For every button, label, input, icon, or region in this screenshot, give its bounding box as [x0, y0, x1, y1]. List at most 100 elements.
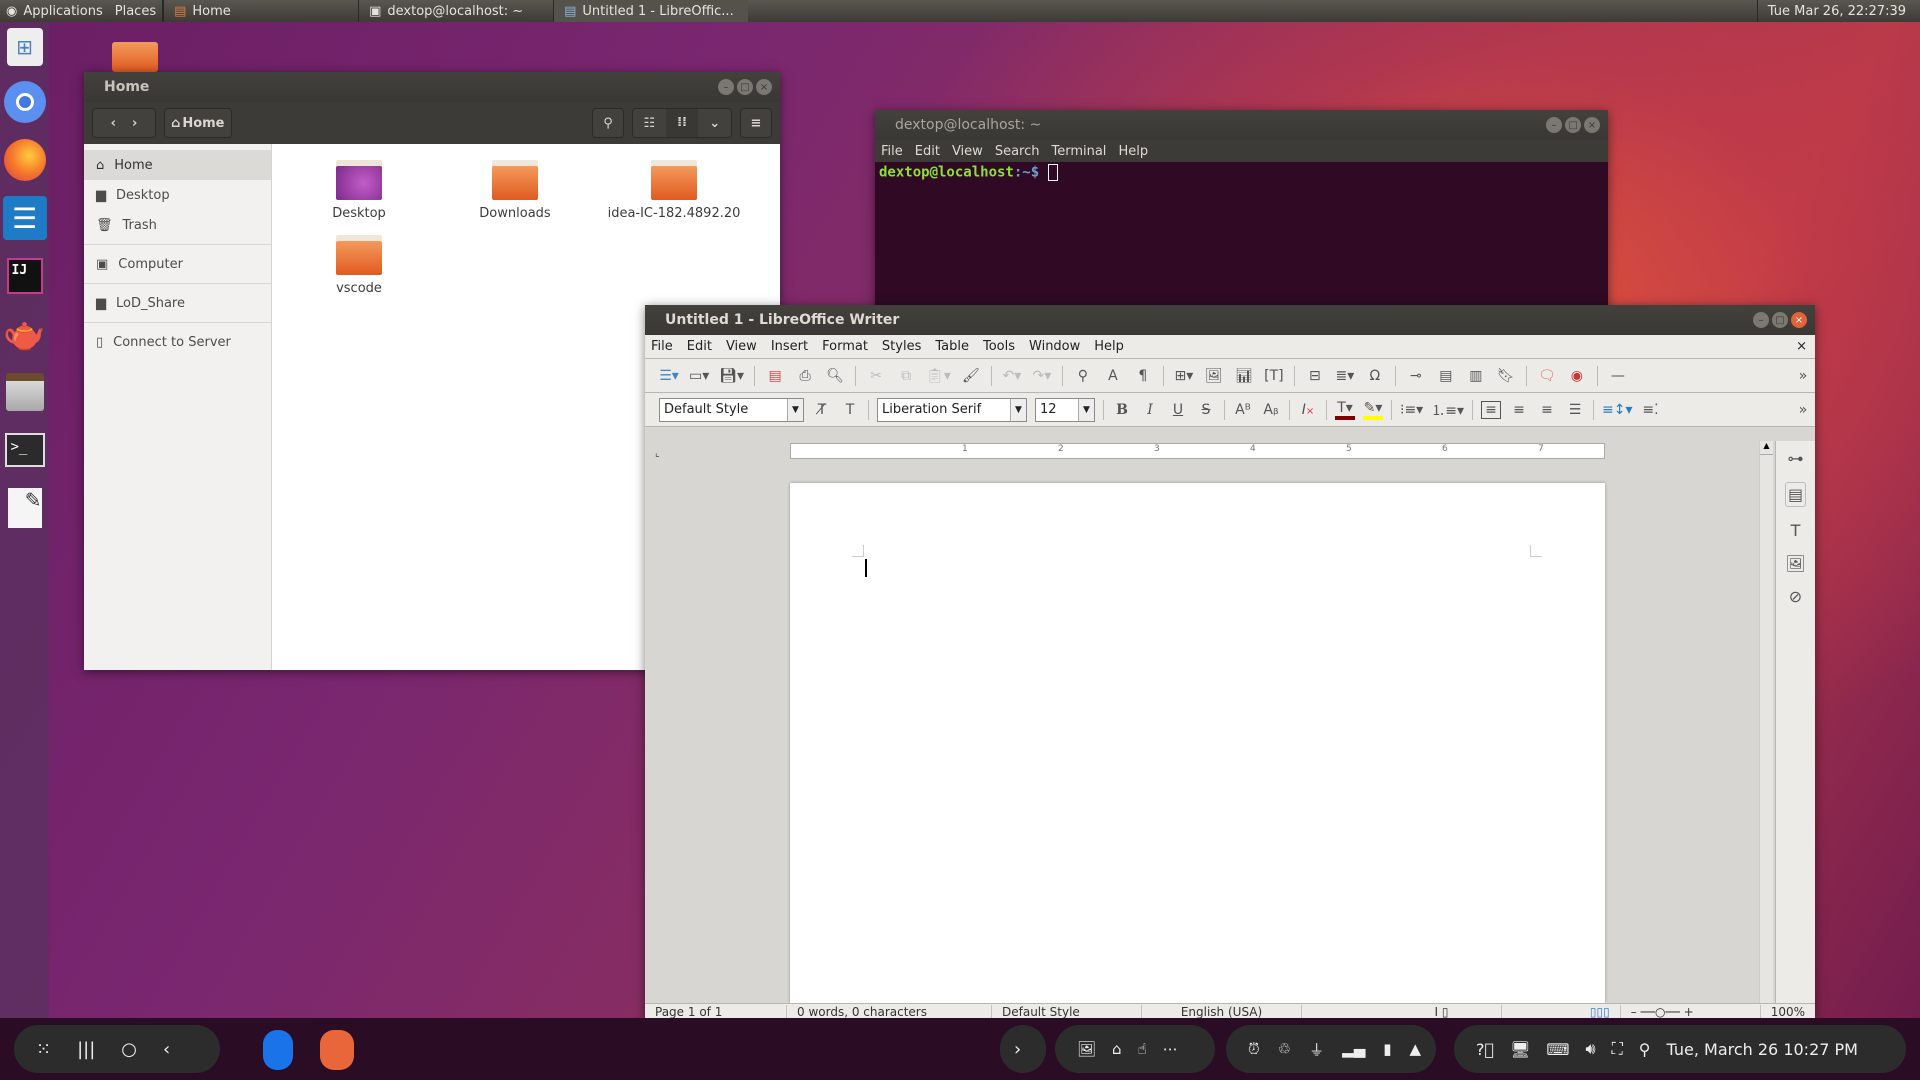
- taskbar-item-home[interactable]: ▤ Home: [163, 0, 358, 22]
- menu-help[interactable]: Help: [1094, 339, 1124, 354]
- more-icon[interactable]: »: [1795, 402, 1815, 418]
- remote-desktop-app-icon[interactable]: [263, 1030, 293, 1070]
- text-editor-icon[interactable]: ✎: [3, 486, 47, 530]
- battery-icon[interactable]: ▮: [1383, 1040, 1391, 1058]
- maximize-button[interactable]: □: [737, 79, 753, 95]
- search-button[interactable]: ⚲: [592, 108, 624, 138]
- menu-tools[interactable]: Tools: [983, 339, 1015, 354]
- insert-image-icon[interactable]: 🖼︎: [1204, 368, 1224, 384]
- document-page[interactable]: [790, 483, 1605, 1003]
- italic-button[interactable]: I: [1140, 402, 1160, 418]
- sidebar-settings-icon[interactable]: ⊶: [1788, 449, 1804, 468]
- keyboard-icon[interactable]: ⌨: [1546, 1040, 1569, 1059]
- language[interactable]: English (USA): [1142, 1005, 1302, 1019]
- screenshot-icon[interactable]: 🖼︎: [1077, 1040, 1096, 1058]
- file-cabinet-icon[interactable]: [3, 370, 47, 414]
- apps-grid-icon[interactable]: ⁙: [36, 1039, 51, 1060]
- underline-button[interactable]: U: [1168, 402, 1188, 418]
- path-button-home[interactable]: ⌂ Home: [164, 108, 232, 138]
- export-pdf-icon[interactable]: ▤: [765, 368, 785, 384]
- paragraph-spacing-button[interactable]: ≡⁚: [1640, 402, 1660, 418]
- libreoffice-writer-icon[interactable]: ☰: [2, 196, 47, 240]
- new-document-icon[interactable]: ☰▾: [659, 368, 679, 384]
- datetime[interactable]: Tue, March 26 10:27 PM: [1667, 1040, 1858, 1059]
- expand-button[interactable]: ›: [1000, 1025, 1046, 1073]
- track-changes-icon[interactable]: ◉: [1567, 368, 1587, 384]
- open-icon[interactable]: ▭▾: [689, 368, 709, 384]
- menu-search[interactable]: Search: [995, 144, 1040, 159]
- data-sync-icon[interactable]: ♲: [1278, 1040, 1291, 1058]
- desktop-folder-icon[interactable]: [112, 42, 158, 72]
- menu-help[interactable]: Help: [1118, 144, 1148, 159]
- zoom-level[interactable]: 100%: [1761, 1005, 1815, 1019]
- view-options-button[interactable]: ⌄: [698, 116, 731, 131]
- help-icon[interactable]: ?⃝: [1476, 1040, 1494, 1059]
- forward-button[interactable]: ›: [132, 116, 137, 131]
- file-item-vscode[interactable]: vscode: [294, 235, 424, 296]
- menu-table[interactable]: Table: [935, 339, 969, 354]
- insert-textbox-icon[interactable]: [T]: [1264, 368, 1284, 384]
- teapot-icon[interactable]: 🫖: [3, 312, 47, 356]
- minimize-button[interactable]: –: [1546, 117, 1562, 133]
- maximize-button[interactable]: □: [1565, 117, 1581, 133]
- terminal-output[interactable]: dextop@localhost:~$: [875, 162, 1608, 183]
- redo-icon[interactable]: ↷▾: [1032, 368, 1052, 384]
- fullscreen-icon[interactable]: ⛶: [1612, 1039, 1623, 1059]
- page-count[interactable]: Page 1 of 1: [645, 1005, 787, 1019]
- volume-icon[interactable]: 🔊︎: [1586, 1039, 1596, 1059]
- menu-insert[interactable]: Insert: [771, 339, 808, 354]
- touch-mode-icon[interactable]: ☝︎: [1138, 1040, 1147, 1058]
- home-circle-icon[interactable]: ○: [121, 1039, 137, 1060]
- bookmark-icon[interactable]: 🔖︎: [1496, 368, 1516, 384]
- expand-up-icon[interactable]: ▲: [1410, 1040, 1422, 1058]
- menu-edit[interactable]: Edit: [687, 339, 712, 354]
- save-icon[interactable]: 💾︎▾: [719, 368, 744, 384]
- insert-table-icon[interactable]: ⊞▾: [1174, 368, 1194, 384]
- file-item-downloads[interactable]: Downloads: [450, 160, 580, 221]
- paragraph-style-select[interactable]: Default Style ▼: [659, 397, 804, 422]
- close-button[interactable]: ×: [1791, 312, 1807, 328]
- menu-file[interactable]: File: [881, 144, 903, 159]
- word-count[interactable]: 0 words, 0 characters: [787, 1005, 992, 1019]
- list-view-button[interactable]: ☷: [633, 116, 666, 131]
- align-left-button[interactable]: ≡: [1480, 400, 1501, 419]
- taskbar-item-terminal[interactable]: ▣ dextop@localhost: ~: [358, 0, 553, 22]
- horizontal-line-icon[interactable]: —: [1608, 368, 1628, 384]
- menu-format[interactable]: Format: [822, 339, 868, 354]
- gallery-icon[interactable]: 🖼︎: [1785, 554, 1805, 573]
- font-name-select[interactable]: Liberation Serif ▼: [877, 397, 1027, 422]
- find-replace-icon[interactable]: ⚲: [1073, 368, 1093, 384]
- undo-icon[interactable]: ↶▾: [1002, 368, 1022, 384]
- formatting-marks-icon[interactable]: ¶: [1133, 368, 1153, 384]
- vertical-scrollbar[interactable]: ▲: [1759, 441, 1773, 1003]
- file-item-desktop[interactable]: Desktop: [294, 160, 424, 221]
- footnote-icon[interactable]: ▤: [1436, 368, 1456, 384]
- sidebar-item-computer[interactable]: ▣ Computer: [84, 249, 271, 279]
- menu-view[interactable]: View: [726, 339, 757, 354]
- firefox-icon[interactable]: [3, 138, 47, 182]
- subscript-button[interactable]: Aᵦ: [1261, 402, 1281, 418]
- search-icon[interactable]: ⚲: [1639, 1040, 1651, 1059]
- align-right-button[interactable]: ≡: [1537, 402, 1557, 418]
- sidebar-item-connect-to-server[interactable]: ▯ Connect to Server: [84, 327, 271, 357]
- bold-button[interactable]: B: [1112, 402, 1132, 418]
- recent-apps-icon[interactable]: |||: [77, 1039, 95, 1060]
- highlight-color-button[interactable]: ✎▾: [1363, 400, 1383, 420]
- maximize-button[interactable]: □: [1772, 312, 1788, 328]
- cut-icon[interactable]: ✂: [866, 368, 886, 384]
- tab-stop-selector[interactable]: ⌞: [655, 448, 660, 459]
- insert-page-break-icon[interactable]: ⊟: [1305, 368, 1325, 384]
- print-preview-icon[interactable]: 🔍︎: [825, 368, 845, 384]
- menu-edit[interactable]: Edit: [915, 144, 940, 159]
- zoom-slider[interactable]: – ──○── +: [1621, 1005, 1761, 1019]
- scroll-up-button[interactable]: ▲: [1760, 441, 1773, 455]
- secure-display-icon[interactable]: 🖥︎: [1510, 1040, 1530, 1059]
- signal-icon[interactable]: ▂▄: [1342, 1040, 1365, 1058]
- back-arrow-icon[interactable]: ‹: [163, 1039, 170, 1060]
- alarm-icon[interactable]: ⏰︎: [1248, 1040, 1260, 1058]
- sidebar-item-desktop[interactable]: ▆ Desktop: [84, 180, 271, 210]
- insert-chart-icon[interactable]: 📊︎: [1234, 368, 1254, 384]
- print-icon[interactable]: ⎙: [795, 368, 815, 384]
- align-center-button[interactable]: ≡: [1509, 402, 1529, 418]
- places-menu[interactable]: Places: [109, 0, 162, 22]
